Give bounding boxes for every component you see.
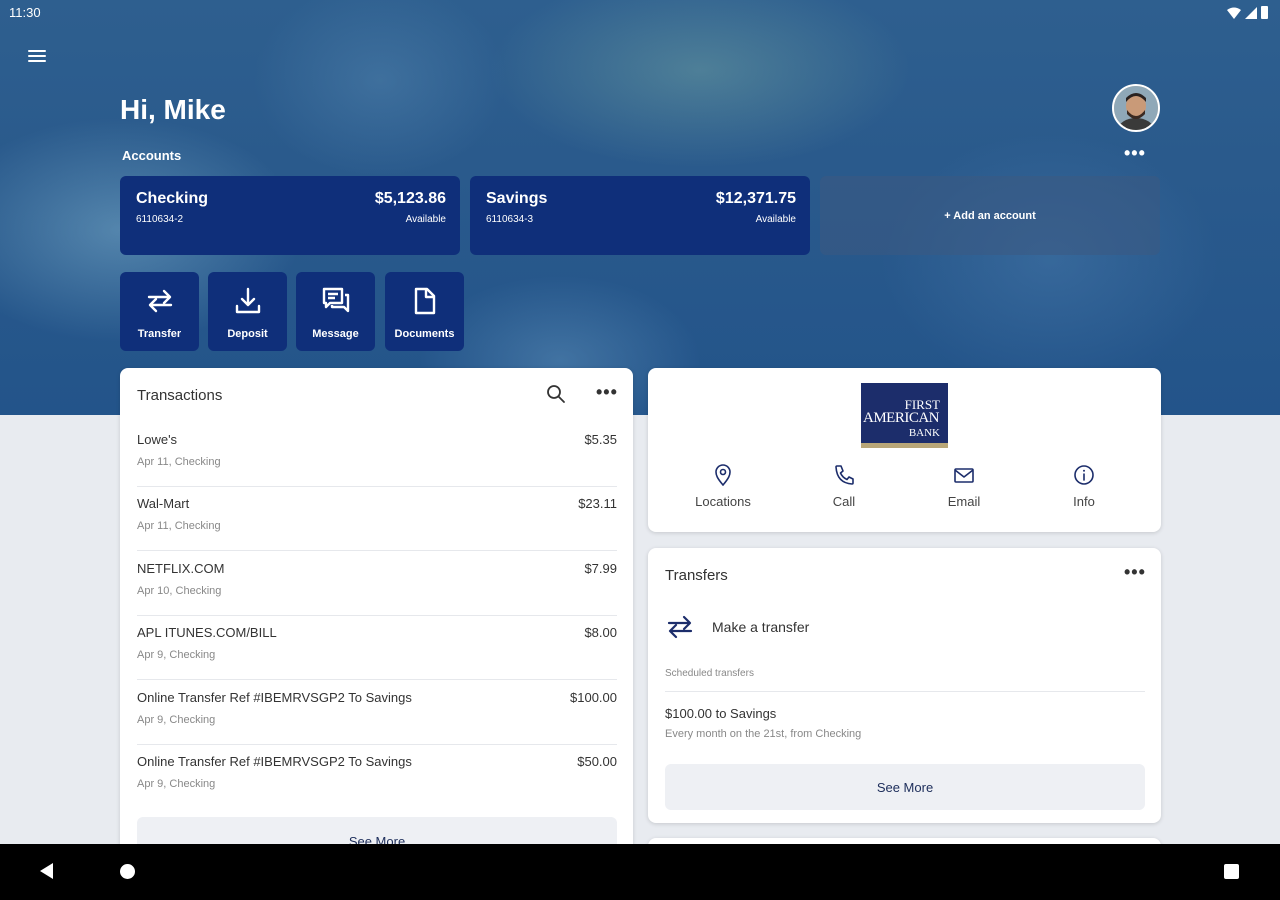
transaction-date: Apr 10, Checking [137,585,222,597]
status-icons [1227,6,1268,19]
location-pin-icon [715,464,731,486]
bank-logo: FIRST AMERICAN BANK [861,383,948,448]
search-icon[interactable] [546,384,566,404]
transfer-action-button[interactable]: Transfer [120,272,199,351]
transfer-icon [667,615,693,639]
bank-card: FIRST AMERICAN BANK Locations Call Email… [648,368,1161,532]
transaction-date: Apr 9, Checking [137,649,216,661]
account-balance-label: Available [755,214,796,225]
transaction-name: APL ITUNES.COM/BILL [137,625,277,640]
battery-icon [1261,6,1268,19]
scheduled-transfer-item[interactable]: $100.00 to Savings Every month on the 21… [665,706,1145,740]
transaction-row[interactable]: NETFLIX.COM Apr 10, Checking $7.99 [137,552,617,616]
deposit-action-button[interactable]: Deposit [208,272,287,351]
greeting: Hi, Mike [120,94,226,125]
signal-icon [1245,6,1257,19]
transaction-amount: $5.35 [584,432,617,447]
scheduled-transfer-detail: Every month on the 21st, from Checking [665,728,862,740]
account-balance-label: Available [405,214,446,225]
recents-icon[interactable] [1224,864,1239,879]
transaction-row[interactable]: Online Transfer Ref #IBEMRVSGP2 To Savin… [137,745,617,809]
transactions-card: Transactions ••• Lowe's Apr 11, Checking… [120,368,633,868]
accounts-label: Accounts [122,148,182,163]
add-account-button[interactable]: + Add an account [820,176,1160,255]
bank-action-label: Info [1073,494,1095,509]
transaction-date: Apr 9, Checking [137,778,216,790]
divider [665,691,1145,692]
transfers-see-more-button[interactable]: See More [665,764,1145,810]
status-bar: 11:30 [0,0,1280,26]
scheduled-transfer-title: $100.00 to Savings [665,706,777,721]
account-balance: $5,123.86 [374,190,446,207]
transaction-name: NETFLIX.COM [137,561,225,576]
bank-action-label: Locations [695,494,751,509]
transaction-row[interactable]: APL ITUNES.COM/BILL Apr 9, Checking $8.0… [137,616,617,680]
transaction-date: Apr 11, Checking [137,520,221,532]
avatar[interactable] [1112,84,1160,132]
action-label: Message [312,328,359,340]
status-time: 11:30 [9,5,41,20]
home-icon[interactable] [120,864,135,879]
transaction-date: Apr 11, Checking [137,456,221,468]
transaction-name: Online Transfer Ref #IBEMRVSGP2 To Savin… [137,690,412,705]
transfers-card: Transfers ••• Make a transfer Scheduled … [648,548,1161,823]
account-card-checking[interactable]: Checking 6110634-2 $5,123.86 Available [120,176,460,255]
transaction-row[interactable]: Lowe's Apr 11, Checking $5.35 [137,423,617,487]
transaction-name: Online Transfer Ref #IBEMRVSGP2 To Savin… [137,754,412,769]
bank-action-label: Call [832,494,856,509]
system-nav-bar [0,844,1280,900]
account-balance: $12,371.75 [715,190,796,207]
transaction-row[interactable]: Wal-Mart Apr 11, Checking $23.11 [137,487,617,551]
account-name: Checking [136,190,209,207]
make-transfer-label: Make a transfer [712,619,810,635]
email-icon [954,468,974,483]
action-label: Deposit [227,328,268,340]
transactions-title: Transactions [137,387,223,404]
transfers-title: Transfers [665,567,728,584]
email-button[interactable]: Email [904,460,1024,520]
account-name: Savings [486,190,548,207]
action-label: Documents [394,328,455,340]
transaction-amount: $23.11 [578,496,617,511]
locations-button[interactable]: Locations [663,460,783,520]
bank-logo-text: BANK [908,427,940,439]
account-card-savings[interactable]: Savings 6110634-3 $12,371.75 Available [470,176,810,255]
accounts-more-button[interactable]: ••• [1124,143,1146,164]
make-transfer-button[interactable]: Make a transfer [665,610,1145,646]
avatar-photo [1114,86,1158,130]
transfers-more-button[interactable]: ••• [1124,562,1146,583]
transaction-amount: $100.00 [570,690,617,705]
action-label: Transfer [137,328,182,340]
transaction-name: Lowe's [137,432,178,447]
transactions-more-button[interactable]: ••• [596,382,618,403]
transaction-amount: $7.99 [584,561,617,576]
menu-button[interactable] [26,47,48,67]
call-button[interactable]: Call [784,460,904,520]
transaction-amount: $8.00 [584,625,617,640]
documents-action-button[interactable]: Documents [385,272,464,351]
message-action-button[interactable]: Message [296,272,375,351]
message-icon [322,287,350,313]
transaction-row[interactable]: Online Transfer Ref #IBEMRVSGP2 To Savin… [137,681,617,745]
account-number: 6110634-3 [486,214,534,225]
phone-icon [835,465,854,485]
account-number: 6110634-2 [136,214,184,225]
menu-icon-line [28,55,46,57]
info-icon [1074,465,1094,485]
back-icon[interactable] [40,863,53,879]
deposit-icon [235,287,261,314]
transfer-icon [147,289,173,313]
bank-action-label: Email [947,494,981,509]
bank-logo-stripe [861,443,948,448]
menu-icon-line [28,50,46,52]
menu-icon-line [28,60,46,62]
transaction-date: Apr 9, Checking [137,714,216,726]
transaction-name: Wal-Mart [137,496,190,511]
document-icon [414,287,436,315]
info-button[interactable]: Info [1024,460,1144,520]
transaction-amount: $50.00 [577,754,617,769]
scheduled-transfers-label: Scheduled transfers [665,668,754,679]
wifi-icon [1227,7,1241,19]
bank-logo-text: AMERICAN [863,410,940,426]
